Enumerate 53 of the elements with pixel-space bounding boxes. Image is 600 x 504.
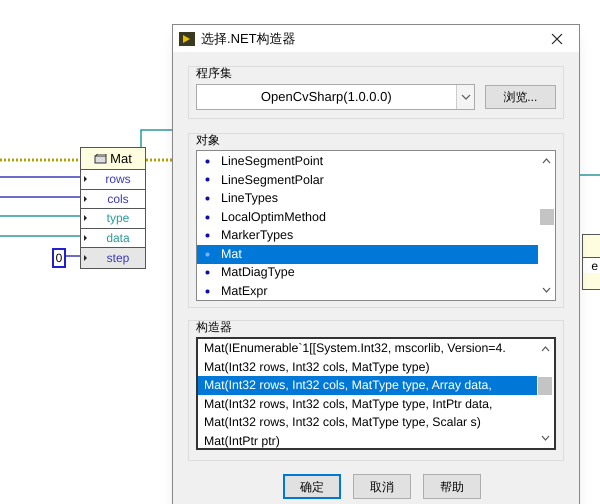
group-label: 程序集 (196, 65, 232, 82)
wire[interactable] (0, 215, 80, 217)
dialog-button[interactable]: 取消 (353, 474, 411, 499)
wire[interactable] (0, 176, 80, 178)
wire[interactable] (0, 158, 80, 162)
list-item[interactable]: Mat(IEnumerable`1[[System.Int32, mscorlib, Version=4. (198, 339, 537, 358)
list-item[interactable]: Mat (197, 244, 538, 264)
partial-node[interactable]: e (582, 234, 600, 290)
wire[interactable] (0, 196, 80, 198)
list-item[interactable]: MatDiagType (197, 264, 538, 282)
wire[interactable] (0, 235, 80, 237)
wire[interactable] (146, 158, 172, 162)
bullet-icon (205, 252, 210, 257)
list-item[interactable]: Mat(Int32 rows, Int32 cols, MatType type) (198, 358, 537, 376)
terminal-row[interactable]: step (81, 248, 145, 268)
list-item[interactable]: LineTypes (197, 189, 538, 208)
bullet-icon (205, 214, 210, 220)
list-item[interactable]: Mat(IntPtr ptr) (198, 432, 537, 448)
property-node[interactable]: Mat rows cols type data step (80, 147, 146, 268)
list-item[interactable]: Mat(Int32 rows, Int32 cols, MatType type, IntPtr data, (198, 394, 537, 413)
close-icon[interactable] (551, 32, 563, 44)
bullet-icon (205, 288, 210, 294)
bullet-icon (205, 233, 210, 238)
node-terminal-label: e (583, 257, 600, 273)
wire[interactable] (140, 129, 172, 147)
list-item[interactable]: Mat(Int32 rows, Int32 cols, MatType type, Scalar s) (198, 413, 537, 432)
list-item[interactable]: Mat(Int32 rows, Int32 cols, MatType type, Array data, (198, 376, 537, 394)
terminal-row[interactable]: cols (81, 190, 145, 209)
group-label: 对象 (196, 132, 220, 149)
assembly-dropdown[interactable]: OpenCvSharp(1.0.0.0) (196, 84, 475, 110)
list-item[interactable]: MatExpr (197, 282, 538, 301)
dialog-button[interactable]: 帮助 (423, 474, 481, 499)
bullet-icon (205, 177, 210, 182)
window-title: 选择.NET构造器 (201, 30, 297, 48)
constant-value[interactable]: 0 (52, 248, 66, 268)
bullet-icon (205, 196, 210, 201)
bullet-icon (205, 270, 210, 276)
list-item[interactable]: MarkerTypes (197, 226, 538, 245)
bullet-icon (205, 158, 210, 164)
box-icon (94, 154, 108, 164)
chevron-down-icon[interactable] (456, 85, 474, 109)
list-item[interactable]: LineSegmentPolar (197, 170, 538, 190)
scrollbar-thumb[interactable] (540, 209, 554, 225)
dialog-button[interactable]: 确定 (283, 474, 341, 499)
list-item[interactable]: LocalOptimMethod (197, 208, 538, 226)
node-title: Mat (110, 150, 132, 168)
scrollbar-thumb[interactable] (538, 377, 552, 395)
list-item[interactable]: LineSegmentPoint (197, 152, 538, 171)
browse-button[interactable]: 浏览... (484, 85, 556, 109)
app-icon (179, 32, 195, 46)
group-label: 构造器 (196, 319, 232, 336)
wire[interactable] (66, 255, 80, 257)
wire[interactable] (580, 174, 600, 176)
